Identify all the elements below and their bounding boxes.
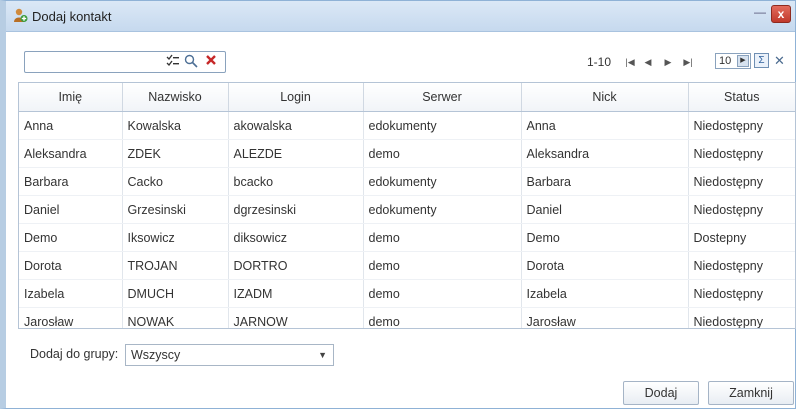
contacts-table: Imię Nazwisko Login Serwer Nick Status A… xyxy=(18,82,796,329)
cell-status: Niedostępny xyxy=(688,195,795,224)
cell-status: Niedostępny xyxy=(688,279,795,308)
cell-nick: Daniel xyxy=(521,195,689,224)
cell-nick: Aleksandra xyxy=(521,139,689,168)
table-row[interactable]: Anna Kowalska akowalska edokumenty Anna … xyxy=(19,111,795,140)
cell-last-name: DMUCH xyxy=(122,279,229,308)
pager: 1-10 |◀ ◀ ▶ ▶| 10 ▶ Σ ✕ xyxy=(569,51,789,73)
cell-login: DORTRO xyxy=(228,251,364,280)
table-row[interactable]: Daniel Grzesinski dgrzesinski edokumenty… xyxy=(19,195,795,224)
cell-last-name: ZDEK xyxy=(122,139,229,168)
cell-nick: Dorota xyxy=(521,251,689,280)
group-label: Dodaj do grupy: xyxy=(30,347,119,361)
cell-first-name: Jarosław xyxy=(19,307,123,328)
cell-server: demo xyxy=(363,279,522,308)
cell-status: Niedostępny xyxy=(688,167,795,196)
cell-first-name: Aleksandra xyxy=(19,139,123,168)
search-input[interactable] xyxy=(28,54,158,70)
window-title: Dodaj kontakt xyxy=(32,9,112,24)
column-header-server[interactable]: Serwer xyxy=(363,83,522,112)
search-box xyxy=(24,51,226,73)
column-header-last-name[interactable]: Nazwisko xyxy=(122,83,229,112)
cell-nick: Barbara xyxy=(521,167,689,196)
next-page-icon[interactable]: ▶ xyxy=(661,54,675,70)
cell-server: edokumenty xyxy=(363,195,522,224)
cell-server: demo xyxy=(363,307,522,328)
cell-server: demo xyxy=(363,223,522,252)
add-button[interactable]: Dodaj xyxy=(623,381,699,405)
cell-last-name: Iksowicz xyxy=(122,223,229,252)
cell-first-name: Anna xyxy=(19,111,123,140)
cell-first-name: Daniel xyxy=(19,195,123,224)
cell-first-name: Barbara xyxy=(19,167,123,196)
search-icon[interactable] xyxy=(183,54,199,70)
table-row[interactable]: Aleksandra ZDEK ALEZDE demo Aleksandra N… xyxy=(19,139,795,168)
cell-status: Niedostępny xyxy=(688,251,795,280)
cell-login: JARNOW xyxy=(228,307,364,328)
cell-login: ALEZDE xyxy=(228,139,364,168)
last-page-icon[interactable]: ▶| xyxy=(681,54,695,70)
cell-login: bcacko xyxy=(228,167,364,196)
sum-icon[interactable]: Σ xyxy=(754,53,769,68)
close-dialog-button[interactable]: Zamknij xyxy=(708,381,794,405)
cell-login: dgrzesinski xyxy=(228,195,364,224)
minimize-button[interactable]: — xyxy=(751,6,769,21)
first-page-icon[interactable]: |◀ xyxy=(623,54,637,70)
cell-last-name: TROJAN xyxy=(122,251,229,280)
cell-first-name: Demo xyxy=(19,223,123,252)
cell-server: edokumenty xyxy=(363,167,522,196)
close-button[interactable]: x xyxy=(771,5,791,23)
table-row[interactable]: Jarosław NOWAK JARNOW demo Jarosław Nied… xyxy=(19,307,795,328)
cell-last-name: Kowalska xyxy=(122,111,229,140)
cell-nick: Jarosław xyxy=(521,307,689,328)
column-header-login[interactable]: Login xyxy=(228,83,364,112)
prev-page-icon[interactable]: ◀ xyxy=(641,54,655,70)
column-header-status[interactable]: Status xyxy=(688,83,795,112)
cell-server: demo xyxy=(363,251,522,280)
cell-server: edokumenty xyxy=(363,111,522,140)
cell-status: Niedostępny xyxy=(688,139,795,168)
page-size-dropdown-icon[interactable]: ▶ xyxy=(737,55,749,67)
cell-first-name: Izabela xyxy=(19,279,123,308)
contact-add-icon xyxy=(12,7,28,23)
cell-login: diksowicz xyxy=(228,223,364,252)
chevron-down-icon[interactable]: ▼ xyxy=(318,345,327,365)
cell-login: IZADM xyxy=(228,279,364,308)
table-row[interactable]: Dorota TROJAN DORTRO demo Dorota Niedost… xyxy=(19,251,795,280)
cell-nick: Izabela xyxy=(521,279,689,308)
cell-nick: Demo xyxy=(521,223,689,252)
filter-list-icon[interactable] xyxy=(165,54,181,70)
pager-range: 1-10 xyxy=(586,55,611,69)
group-select-value: Wszyscy xyxy=(131,348,181,362)
cell-nick: Anna xyxy=(521,111,689,140)
cell-first-name: Dorota xyxy=(19,251,123,280)
cell-login: akowalska xyxy=(228,111,364,140)
page-size-value: 10 xyxy=(719,55,732,67)
title-bar[interactable]: Dodaj kontakt — x xyxy=(6,1,795,32)
tools-icon[interactable]: ✕ xyxy=(772,53,787,68)
table-row[interactable]: Izabela DMUCH IZADM demo Izabela Niedost… xyxy=(19,279,795,308)
table-row[interactable]: Demo Iksowicz diksowicz demo Demo Dostep… xyxy=(19,223,795,252)
cell-status: Niedostępny xyxy=(688,111,795,140)
cell-status: Dostepny xyxy=(688,223,795,252)
cell-status: Niedostępny xyxy=(688,307,795,328)
clear-icon[interactable] xyxy=(203,54,219,70)
dialog-window: Dodaj kontakt — x 1-10 |◀ ◀ ▶ ▶| 10 ▶ Σ … xyxy=(0,0,796,409)
table-row[interactable]: Barbara Cacko bcacko edokumenty Barbara … xyxy=(19,167,795,196)
cell-last-name: NOWAK xyxy=(122,307,229,328)
cell-last-name: Cacko xyxy=(122,167,229,196)
cell-last-name: Grzesinski xyxy=(122,195,229,224)
cell-server: demo xyxy=(363,139,522,168)
group-select[interactable]: Wszyscy ▼ xyxy=(125,344,334,366)
column-header-nick[interactable]: Nick xyxy=(521,83,689,112)
table-header-row: Imię Nazwisko Login Serwer Nick Status xyxy=(19,83,795,112)
page-size-select[interactable]: 10 ▶ xyxy=(715,53,751,69)
column-header-first-name[interactable]: Imię xyxy=(19,83,123,112)
